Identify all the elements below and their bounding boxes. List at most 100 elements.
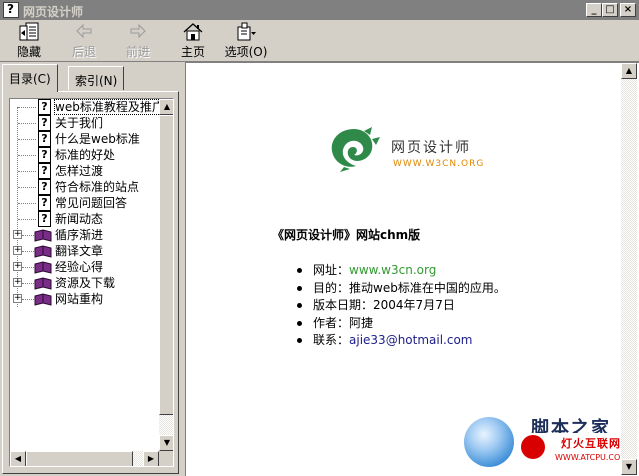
back-button[interactable]: 后退 [66,22,102,60]
book-icon [34,245,52,258]
hide-button[interactable]: 隐藏 [11,22,47,60]
tree-item-label: 翻译文章 [55,244,104,258]
tree-item-label: 网站重构 [55,292,104,306]
options-icon [237,22,256,41]
tree-item-book[interactable]: + 资源及下载 [10,275,159,291]
tree-item-label: 关于我们 [55,116,104,130]
site-logo-icon [331,127,380,172]
content-scroll-down-button[interactable]: ▼ [621,459,637,475]
tree-item-page[interactable]: ? 怎样过渡 [10,163,159,179]
help-file-icon: ? [3,2,19,18]
title-bar[interactable]: ? 网页设计师 _ □ × [0,0,639,20]
scroll-down-button[interactable]: ▼ [159,435,173,451]
tree-item-page[interactable]: ? 什么是web标准 [10,131,159,147]
hide-button-label: 隐藏 [16,45,41,59]
help-page-icon: ? [38,195,51,211]
window-title: 网页设计师 [23,5,84,19]
tree-item-page[interactable]: ? 新闻动态 [10,211,159,227]
tree-item-label: 常见问题回答 [55,196,128,210]
content-viewport: 网页设计师 WWW.W3CN.ORG 《网页设计师》网站chm版 网址：www.… [186,63,621,475]
list-item: 作者：阿捷 [294,315,506,333]
minimize-button[interactable]: _ [586,3,602,17]
watermark-badge-title: 灯火互联网 [561,437,621,450]
email-link[interactable]: ajie33@hotmail.com [349,333,472,347]
options-button-label: 选项(O) [224,45,268,59]
tree-item-label: 符合标准的站点 [55,180,140,194]
tree-item-page[interactable]: ? 常见问题回答 [10,195,159,211]
help-page-icon: ? [38,131,51,147]
tree-item-book[interactable]: + 循序渐进 [10,227,159,243]
vertical-scroll-thumb[interactable] [159,115,173,415]
tree-item-label: 经验心得 [55,260,104,274]
back-button-label: 后退 [71,45,96,59]
expand-icon[interactable]: + [13,230,22,239]
tree-item-page[interactable]: ? 关于我们 [10,115,159,131]
info-list: 网址：www.w3cn.org 目的：推动web标准在中国的应用。 版本日期：2… [294,262,506,350]
tree-item-label: 什么是web标准 [55,132,140,146]
list-item: 网址：www.w3cn.org [294,262,506,280]
watermark-badge: 灯火互联网 WWW.ATCPU.COM [521,433,621,475]
tree-item-page[interactable]: ? web标准教程及推广:我们 [10,99,159,115]
page-heading: 《网页设计师》网站chm版 [272,228,421,242]
forward-button-label: 前进 [125,45,150,59]
book-icon [34,277,52,290]
toolbar: 隐藏 后退 前进 主页 选项(O) [0,20,639,62]
contents-panel: ? web标准教程及推广:我们 ? 关于我们 ? 什么是web标准 ? 标准的好… [2,91,179,474]
expand-icon[interactable]: + [13,294,22,303]
tree-item-book[interactable]: + 翻译文章 [10,243,159,259]
tree-item-label: 循序渐进 [55,228,104,242]
help-page-icon: ? [38,99,51,115]
book-icon [34,229,52,242]
tree-item-label: 新闻动态 [55,212,104,226]
tree-item-label: 资源及下载 [55,276,116,290]
home-button[interactable]: 主页 [175,22,211,60]
forward-button[interactable]: 前进 [120,22,156,60]
tree-item-label: 标准的好处 [55,148,116,162]
book-icon [34,293,52,306]
maximize-button[interactable]: □ [602,3,618,17]
list-item: 联系：ajie33@hotmail.com [294,332,506,350]
expand-icon[interactable]: + [13,278,22,287]
tree-item-page[interactable]: ? 符合标准的站点 [10,179,159,195]
scroll-up-button[interactable]: ▲ [159,99,173,115]
home-button-label: 主页 [180,45,205,59]
website-link[interactable]: www.w3cn.org [349,263,436,277]
tree-item-label: web标准教程及推广:我们 [54,99,159,115]
horizontal-scroll-thumb[interactable] [26,451,133,466]
scroll-corner [159,451,173,466]
tree-item-book[interactable]: + 经验心得 [10,259,159,275]
expand-icon[interactable]: + [13,262,22,271]
logo-url: WWW.W3CN.ORG [393,159,485,169]
help-page-icon: ? [38,163,51,179]
tree-item-page[interactable]: ? 标准的好处 [10,147,159,163]
back-arrow-icon [76,23,92,39]
list-item: 版本日期：2004年7月7日 [294,297,506,315]
book-icon [34,261,52,274]
help-page-icon: ? [38,115,51,131]
tree-viewport: ? web标准教程及推广:我们 ? 关于我们 ? 什么是web标准 ? 标准的好… [10,99,159,451]
content-scroll-track[interactable] [621,79,637,459]
navigation-pane: 目录(C) 索引(N) ? web标准教程及推广:我们 ? 关于我们 ? [0,62,181,476]
tab-index[interactable]: 索引(N) [68,66,125,90]
tab-contents[interactable]: 目录(C) [2,64,58,92]
watermark-logo-icon [521,435,545,459]
watermark-globe-icon [464,417,514,467]
help-page-icon: ? [38,147,51,163]
forward-arrow-icon [130,23,146,39]
hide-icon [19,22,39,41]
help-page-icon: ? [38,179,51,195]
options-button[interactable]: 选项(O) [223,22,269,60]
close-button[interactable]: × [620,3,636,17]
watermark-badge-url: WWW.ATCPU.COM [555,453,621,462]
tree-item-book[interactable]: + 网站重构 [10,291,159,307]
expand-icon[interactable]: + [13,246,22,255]
home-icon [183,23,203,41]
tree-item-label: 怎样过渡 [55,164,104,178]
help-page-icon: ? [38,211,51,227]
list-item: 目的：推动web标准在中国的应用。 [294,280,506,298]
logo-title: 网页设计师 [391,140,471,156]
scroll-right-button[interactable]: ▶ [143,451,159,466]
scroll-left-button[interactable]: ◀ [10,451,26,466]
contents-tree[interactable]: ? web标准教程及推广:我们 ? 关于我们 ? 什么是web标准 ? 标准的好… [9,98,174,467]
content-scroll-up-button[interactable]: ▲ [621,63,637,79]
